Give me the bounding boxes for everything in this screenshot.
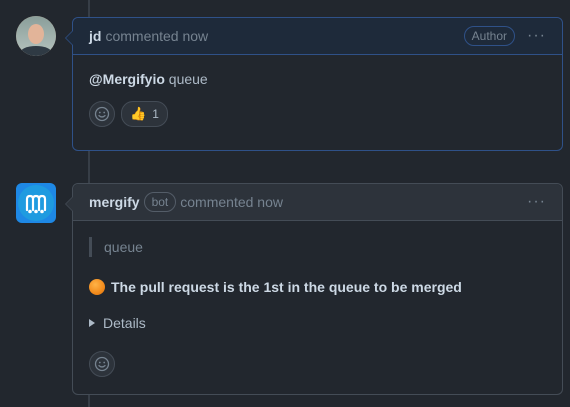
details-label: Details	[103, 315, 146, 331]
reactions-bar	[89, 351, 546, 377]
comment-command: queue	[168, 71, 208, 87]
timeline: jd commented now Author ··· @Mergifyio q…	[0, 0, 570, 407]
comment-pointer	[65, 196, 73, 212]
comment-body: @Mergifyio queue 👍 1	[73, 55, 562, 143]
comment-action[interactable]: commented now	[105, 28, 208, 44]
kebab-icon[interactable]: ···	[527, 27, 546, 45]
mention-link[interactable]: @Mergifyio	[89, 71, 165, 87]
comment-mergify: mergify bot commented now ··· queue The …	[65, 183, 563, 395]
kebab-icon[interactable]: ···	[527, 193, 546, 211]
author-badge: Author	[463, 26, 516, 46]
comment-author[interactable]: jd	[89, 28, 101, 44]
comment-pointer	[65, 30, 73, 46]
comment-text: @Mergifyio queue	[89, 71, 546, 87]
reaction-count: 1	[152, 107, 159, 121]
avatar-jd[interactable]	[16, 16, 56, 56]
comment-body: queue The pull request is the 1st in the…	[73, 221, 562, 393]
triangle-right-icon	[89, 319, 95, 327]
avatar-mergify[interactable]	[16, 183, 56, 223]
smiley-icon	[94, 106, 110, 122]
orange-circle-icon	[89, 279, 105, 295]
add-reaction-button[interactable]	[89, 101, 115, 127]
add-reaction-button[interactable]	[89, 351, 115, 377]
comment-header: jd commented now Author ···	[73, 18, 562, 55]
smiley-icon	[94, 356, 110, 372]
comment-action[interactable]: commented now	[180, 194, 283, 210]
quoted-command: queue	[89, 237, 546, 257]
queue-status: The pull request is the 1st in the queue…	[89, 279, 546, 295]
reactions-bar: 👍 1	[89, 101, 546, 127]
comment-header: mergify bot commented now ···	[73, 184, 562, 221]
comment-author[interactable]: mergify	[89, 194, 140, 210]
details-toggle[interactable]: Details	[89, 315, 546, 331]
bot-badge: bot	[143, 192, 177, 212]
queue-status-text: The pull request is the 1st in the queue…	[111, 279, 462, 295]
thumbs-up-icon: 👍	[130, 106, 147, 121]
comment-jd: jd commented now Author ··· @Mergifyio q…	[65, 17, 563, 151]
mergify-logo-icon	[25, 194, 47, 214]
thumbs-up-reaction[interactable]: 👍 1	[121, 101, 168, 127]
